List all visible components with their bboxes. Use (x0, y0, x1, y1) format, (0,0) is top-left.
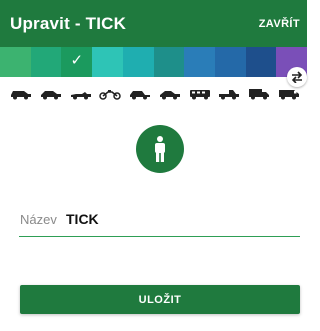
van-icon[interactable] (278, 86, 300, 100)
coupe-icon[interactable] (159, 86, 181, 100)
sedan-icon[interactable] (40, 86, 62, 100)
convertible-icon[interactable] (70, 86, 92, 100)
name-field: Název (19, 200, 300, 237)
person-icon (155, 136, 165, 162)
save-button[interactable]: ULOŽIT (20, 285, 300, 314)
motorcycle-icon[interactable] (99, 86, 122, 100)
color-swatch[interactable]: ✓ (61, 47, 93, 77)
avatar[interactable] (136, 125, 184, 173)
name-input[interactable] (66, 208, 286, 230)
check-icon: ✓ (70, 52, 84, 69)
car-icon[interactable] (10, 86, 32, 100)
color-swatch[interactable] (214, 47, 246, 77)
pickup-icon[interactable] (218, 86, 240, 100)
color-swatch[interactable] (245, 47, 277, 77)
color-swatch[interactable] (30, 47, 62, 77)
app-header: Upravit - TICK ZAVŘÍT (0, 0, 307, 47)
hatchback-icon[interactable] (129, 86, 151, 100)
color-swatch[interactable] (122, 47, 154, 77)
color-swatch[interactable] (92, 47, 123, 77)
color-swatch-row: ✓ (0, 47, 308, 77)
swap-arrows-icon (291, 71, 303, 83)
close-button[interactable]: ZAVŘÍT (259, 14, 300, 34)
page-title: Upravit - TICK (10, 13, 127, 33)
color-swatch[interactable] (184, 47, 215, 77)
vehicle-type-row (10, 83, 300, 103)
name-field-label: Název (20, 212, 57, 227)
truck-icon[interactable] (248, 86, 270, 100)
color-swatch[interactable] (0, 47, 31, 77)
bus-icon[interactable] (189, 86, 211, 100)
color-swatch[interactable] (153, 47, 185, 77)
